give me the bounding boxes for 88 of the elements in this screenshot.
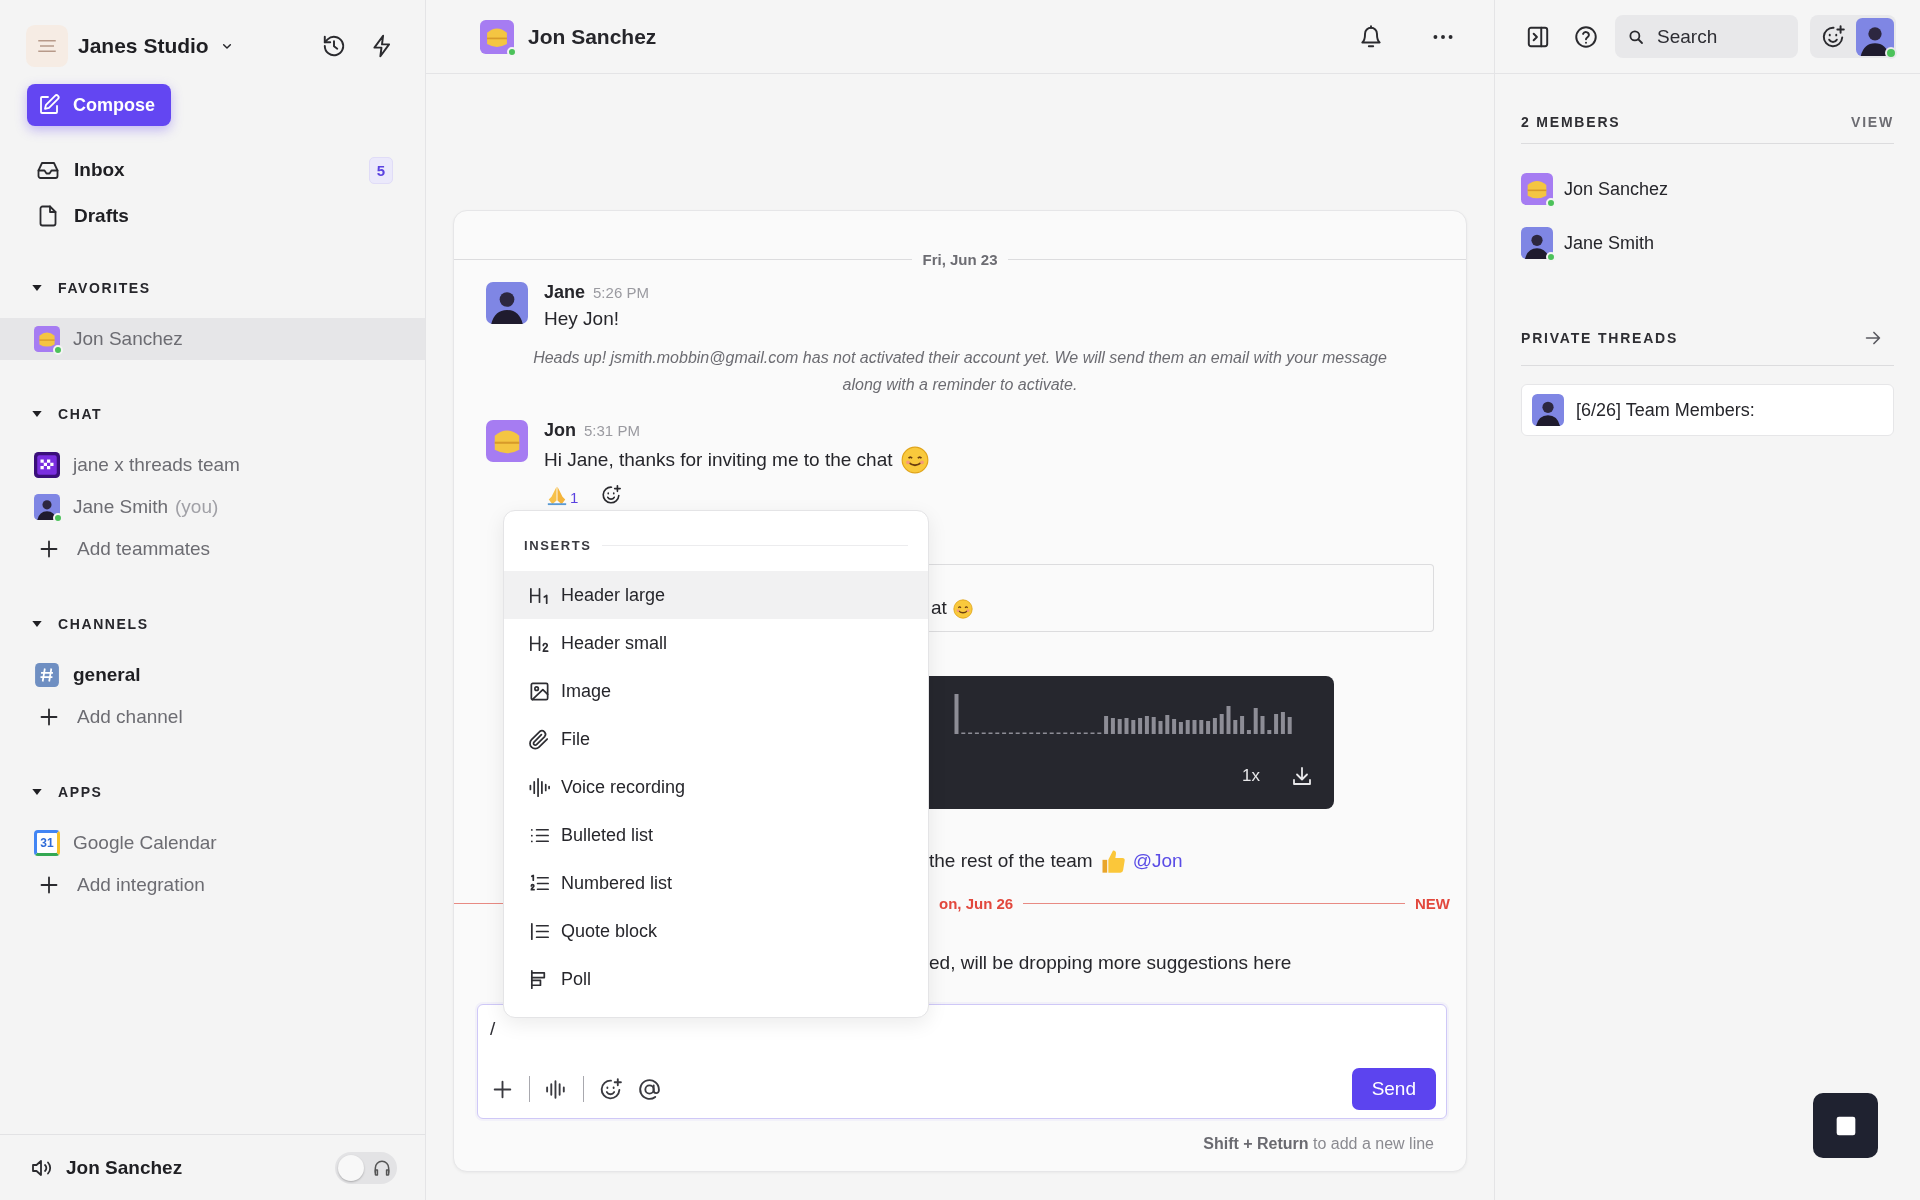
message-text: Hey Jon! [544,308,619,330]
mention-link[interactable]: @Jon [1132,850,1183,872]
avatar [1521,227,1553,259]
image-icon [528,679,551,703]
message-text: Hi Jane, thanks for inviting me to the chat [544,449,893,471]
waveform-icon [528,775,551,799]
menu-item[interactable]: File [504,715,928,763]
add-item[interactable]: Add teammates [0,528,425,570]
conversation-title: Jon Sanchez [528,24,657,49]
sidebar-item[interactable]: general [0,654,425,696]
add-emoji-icon[interactable] [598,1076,623,1102]
sidebar-item[interactable]: Jon Sanchez [0,318,425,360]
nav-item[interactable]: Drafts [0,194,425,238]
date-label: on, Jun 26 [939,895,1014,912]
nav-item[interactable]: Inbox 5 [0,148,425,192]
message-composer[interactable]: / Send [477,1004,1447,1119]
avatar [1856,17,1894,56]
send-button[interactable]: Send [1351,1068,1436,1110]
menu-item[interactable]: Quote block [504,907,928,955]
search-field[interactable]: Search [1615,15,1798,58]
menu-item[interactable]: Header large [504,571,928,619]
menu-item[interactable]: Numbered list [504,859,928,907]
add-reaction-icon[interactable] [600,484,623,506]
message-text: ed, will be dropping more suggestions here [929,952,1292,974]
smiling-face-icon [952,599,973,619]
menu-item[interactable]: Voice recording [504,763,928,811]
avatar [480,19,514,54]
member-row[interactable]: Jon Sanchez [1521,162,1894,216]
menu-item[interactable]: Header small [504,619,928,667]
calendar-app-icon: 31 [34,830,60,856]
menu-item[interactable]: Poll [504,955,928,1003]
new-label: NEW [1415,895,1450,912]
notice-text: Heads up! jsmith.mobbin@gmail.com has not activated their account yet. We will send them an email with your message along with a reminder to activate. [532,348,1388,395]
timestamp: 5:31 PM [584,422,640,439]
section-header[interactable]: FAVORITES [0,272,425,304]
help-icon[interactable] [1573,23,1599,50]
avatar [486,420,528,462]
bell-icon[interactable] [1358,23,1384,50]
date-label: Fri, Jun 23 [922,251,998,268]
section-title: 2 MEMBERS [1521,113,1621,130]
playback-speed[interactable]: 1x [1242,766,1260,786]
menu-item[interactable]: Image [504,667,928,715]
message-text: at [931,597,947,619]
search-input[interactable]: Search [1655,24,1775,49]
section-header[interactable]: CHAT [0,398,425,430]
sidebar-item[interactable]: Jane Smith (you) [0,486,425,528]
section-header[interactable]: CHANNELS [0,608,425,640]
menu-item[interactable]: Bulleted list [504,811,928,859]
shortcut-hint: Shift + Return to add a new line [1202,1134,1435,1153]
compose-icon [37,93,61,117]
mention-icon[interactable] [637,1076,662,1102]
reaction-chip[interactable]: 1 [546,484,579,506]
stop-button[interactable] [1813,1093,1878,1158]
group-avatar-icon [34,452,60,478]
sidebar-item[interactable]: 31 Google Calendar [0,822,425,864]
menu-title: INSERTS [524,537,592,553]
history-icon[interactable] [321,33,347,59]
compose-button[interactable]: Compose [27,84,171,126]
huddle-toggle[interactable] [335,1151,397,1184]
workspace-logo [26,25,68,67]
folded-hands-icon [546,484,568,506]
workspace-switcher[interactable]: Janes Studio [26,25,235,67]
avatar [34,326,60,352]
add-item[interactable]: Add channel [0,696,425,738]
smiling-face-icon [900,446,929,474]
section-title: PRIVATE THREADS [1521,329,1679,346]
set-status-icon[interactable] [1820,23,1846,50]
timestamp: 5:26 PM [593,284,649,301]
avatar [1532,394,1564,426]
author-name: Jon [544,420,576,441]
add-item[interactable]: Add integration [0,864,425,906]
view-link[interactable]: VIEW [1851,113,1894,130]
count-badge: 5 [368,156,393,184]
avatar [34,494,60,520]
avatar [1521,173,1553,205]
message-text: the rest of the team [929,850,1093,872]
huddle-name: Jon Sanchez [66,1156,184,1179]
paperclip-icon [528,727,551,751]
sidebar-item[interactable]: jane x threads team [0,444,425,486]
member-row[interactable]: Jane Smith [1521,216,1894,270]
thread-card[interactable]: [6/26] Team Members: [1521,384,1894,436]
section-header[interactable]: APPS [0,776,425,808]
author-name: Jane [544,282,586,303]
message-input[interactable]: / [490,1013,1436,1045]
avatar [486,282,528,324]
you-label: (you) [175,496,219,518]
download-icon[interactable] [1290,764,1314,788]
channel-icon [34,662,60,688]
